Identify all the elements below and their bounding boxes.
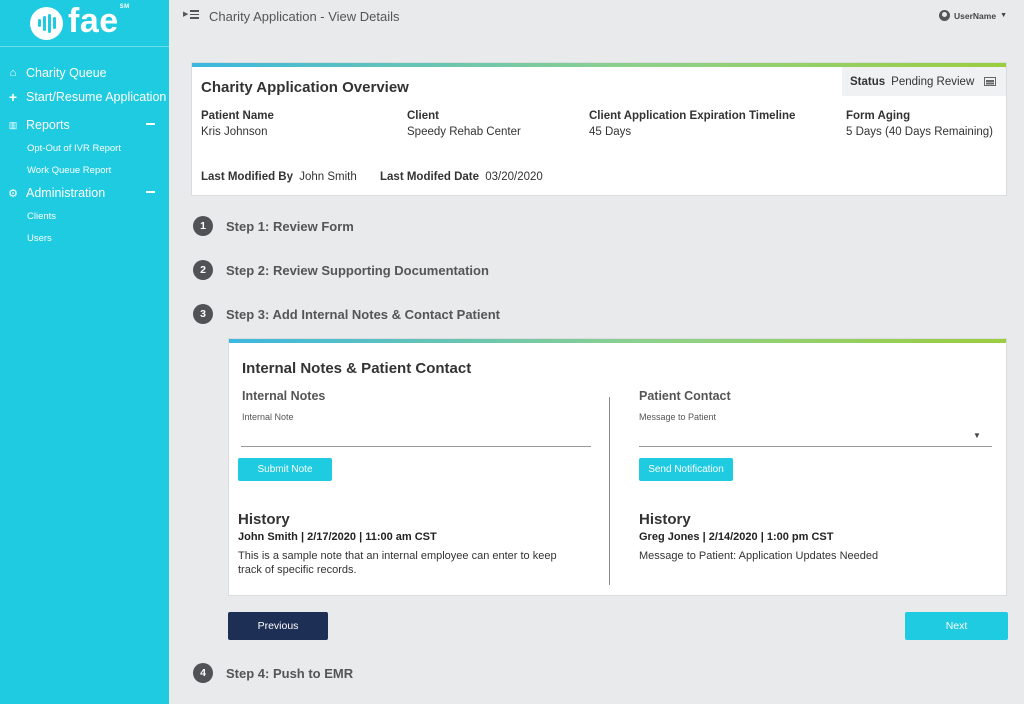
last-modified-by-value: John Smith [299,171,357,183]
page-title: Charity Application - View Details [209,9,400,24]
sidebar-item-reports[interactable]: ▥ Reports [0,113,169,137]
sidebar: faeSM ⌂ Charity Queue + Start/Resume App… [0,0,169,704]
sidebar-item-label: Charity Queue [26,66,107,80]
chart-icon: ▥ [8,119,18,130]
sidebar-subitem-opt-out-report[interactable]: Opt-Out of IVR Report [0,137,169,159]
sidebar-item-start-resume[interactable]: + Start/Resume Application [0,85,169,109]
field-label: Client [407,110,439,122]
details-icon[interactable] [984,77,996,86]
sidebar-subitem-work-queue-report[interactable]: Work Queue Report [0,159,169,181]
step-label: Step 3: Add Internal Notes & Contact Pat… [226,306,500,322]
internal-history-meta: John Smith | 2/17/2020 | 11:00 am CST [238,531,437,543]
notes-contact-panel: Internal Notes & Patient Contact Interna… [228,338,1007,596]
internal-history-heading: History [238,511,290,528]
last-modified-date-value: 03/20/2020 [485,171,543,183]
overview-card: Charity Application Overview Status Pend… [191,62,1007,196]
step-3[interactable]: 3 Step 3: Add Internal Notes & Contact P… [193,304,500,324]
patient-contact-heading: Patient Contact [639,389,731,403]
message-to-patient-select[interactable] [639,426,992,447]
submit-note-button[interactable]: Submit Note [238,458,332,481]
step-2[interactable]: 2 Step 2: Review Supporting Documentatio… [193,260,489,280]
user-menu[interactable]: UserName ▼ [939,10,1007,21]
logo-mark-icon [30,6,63,40]
history-line: This is a sample note that an internal e… [238,550,557,562]
field-label: Client Application Expiration Timeline [589,110,796,122]
sidebar-item-label: Start/Resume Application [26,90,167,104]
sidebar-item-label: Reports [26,118,70,132]
sidebar-subitem-clients[interactable]: Clients [0,205,169,227]
gear-icon: ⚙ [8,187,18,200]
step-number-badge: 4 [193,663,213,683]
last-modified-date-label: Last Modifed Date [380,171,480,183]
sidebar-item-label: Administration [26,186,106,200]
step-4[interactable]: 4 Step 4: Push to EMR [193,663,353,683]
message-to-patient-label: Message to Patient [639,412,717,422]
previous-button[interactable]: Previous [228,612,328,640]
status-label: Status [850,75,886,88]
field-expiration-timeline: Client Application Expiration Timeline 4… [589,110,795,138]
plus-icon: + [8,89,18,105]
menu-toggle-icon[interactable]: ▶ [183,10,200,19]
step-number-badge: 3 [193,304,213,324]
sidebar-nav: ⌂ Charity Queue + Start/Resume Applicati… [0,47,169,249]
last-modified-date: Last Modifed Date 03/20/2020 [380,171,543,183]
internal-notes-heading: Internal Notes [242,389,326,403]
send-notification-button[interactable]: Send Notification [639,458,733,481]
overview-title: Charity Application Overview [201,79,409,96]
user-avatar-icon [939,10,950,21]
sidebar-item-administration[interactable]: ⚙ Administration [0,181,169,205]
sidebar-subitem-users[interactable]: Users [0,227,169,249]
step-number-badge: 2 [193,260,213,280]
card-accent-bar [229,339,1006,343]
field-value: Kris Johnson [201,126,268,138]
collapse-icon[interactable] [146,123,155,125]
contact-history-text: Message to Patient: Application Updates … [639,550,879,562]
step-label: Step 2: Review Supporting Documentation [226,262,489,278]
last-modified-by-label: Last Modified By [201,171,294,183]
chevron-down-icon[interactable]: ▼ [973,431,981,440]
sidebar-item-charity-queue[interactable]: ⌂ Charity Queue [0,61,169,85]
status-value: Pending Review [891,75,975,88]
column-divider [609,397,610,585]
status-badge: Status Pending Review [842,67,1006,96]
field-value: Speedy Rehab Center [407,126,521,138]
chevron-down-icon: ▼ [1000,12,1007,19]
top-bar: ▶ Charity Application - View Details Use… [169,0,1024,33]
field-form-aging: Form Aging 5 Days (40 Days Remaining) [846,110,993,138]
brand-logo[interactable]: faeSM [0,0,169,47]
step-label: Step 1: Review Form [226,218,354,234]
field-value: 45 Days [589,126,632,138]
next-button[interactable]: Next [905,612,1008,640]
field-patient-name: Patient Name Kris Johnson [201,110,274,138]
username: UserName [954,10,997,21]
brand-name: faeSM [68,2,130,40]
notes-panel-title: Internal Notes & Patient Contact [242,360,472,377]
contact-history-heading: History [639,511,691,528]
internal-note-input[interactable] [241,426,591,447]
collapse-icon[interactable] [146,191,155,193]
step-number-badge: 1 [193,216,213,236]
contact-history-meta: Greg Jones | 2/14/2020 | 1:00 pm CST [639,531,834,543]
field-label: Form Aging [846,110,911,122]
step-1[interactable]: 1 Step 1: Review Form [193,216,354,236]
internal-history-text: This is a sample note that an internal e… [238,549,598,577]
field-value: 5 Days (40 Days Remaining) [846,126,994,138]
home-icon: ⌂ [9,67,17,79]
last-modified-by: Last Modified By John Smith [201,171,357,183]
step-label: Step 4: Push to EMR [226,665,354,681]
internal-note-label: Internal Note [242,412,294,422]
field-client: Client Speedy Rehab Center [407,110,521,138]
field-label: Patient Name [201,110,274,122]
history-line: track of specific records. [238,564,357,576]
